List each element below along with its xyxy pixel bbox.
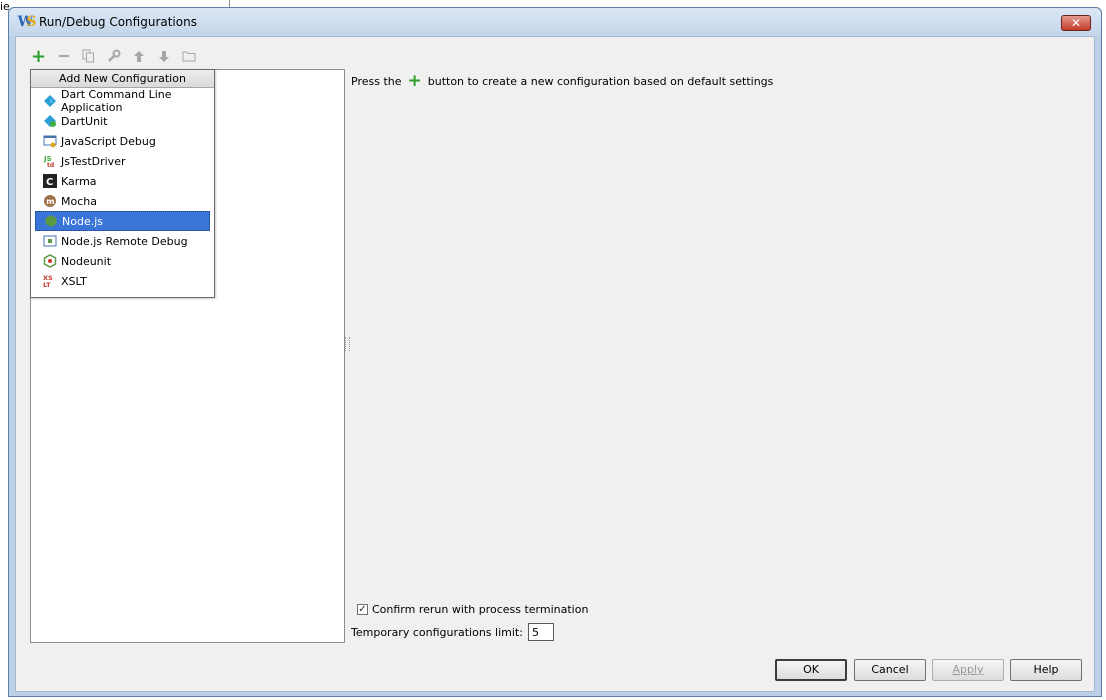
svg-text:td: td xyxy=(47,162,54,168)
list-item-label: Mocha xyxy=(61,194,97,208)
dialog-client-area: + Add New Configuration Dart Command Lin… xyxy=(15,36,1095,692)
temp-config-limit-row: Temporary configurations limit: xyxy=(351,623,554,641)
config-type-jstestdriver[interactable]: JS td JsTestDriver xyxy=(35,151,210,171)
arrow-down-icon[interactable] xyxy=(155,48,172,65)
copy-icon[interactable] xyxy=(80,48,97,65)
plus-icon: + xyxy=(407,71,422,91)
list-item-label: Nodeunit xyxy=(61,254,112,268)
list-item-label: Dart Command Line Application xyxy=(61,88,172,114)
wrench-icon[interactable] xyxy=(105,48,122,65)
close-button[interactable]: ✕ xyxy=(1061,15,1091,31)
cancel-button[interactable]: Cancel xyxy=(854,659,926,681)
config-type-nodejs-remote-debug[interactable]: Node.js Remote Debug xyxy=(35,231,210,251)
close-icon: ✕ xyxy=(1070,16,1082,30)
hint-prefix: Press the xyxy=(351,75,402,88)
dialog-title: Run/Debug Configurations xyxy=(39,15,197,29)
dartunit-icon xyxy=(43,114,57,128)
nodeunit-icon xyxy=(43,254,57,268)
config-type-nodejs[interactable]: Node.js xyxy=(35,211,210,231)
config-type-xslt[interactable]: XS LT XSLT xyxy=(35,271,210,291)
confirm-rerun-option[interactable]: ✓ Confirm rerun with process termination xyxy=(357,603,588,616)
nodejs-icon xyxy=(44,214,58,228)
title-bar[interactable]: WS Run/Debug Configurations ✕ xyxy=(9,8,1101,36)
list-item-label: XSLT xyxy=(61,274,87,288)
config-type-nodeunit[interactable]: Nodeunit xyxy=(35,251,210,271)
arrow-up-icon[interactable] xyxy=(130,48,147,65)
confirm-rerun-checkbox[interactable]: ✓ xyxy=(357,604,368,615)
config-toolbar: + xyxy=(30,46,197,67)
list-item-label: Node.js Remote Debug xyxy=(61,234,188,248)
list-item-label: JsTestDriver xyxy=(61,154,126,168)
splitter-handle[interactable] xyxy=(345,337,350,351)
minus-icon[interactable] xyxy=(55,48,72,65)
config-type-dart[interactable]: Dart Command Line Application xyxy=(35,88,210,114)
folder-icon[interactable] xyxy=(180,48,197,65)
add-new-configuration-popup: Add New Configuration Dart Command Line … xyxy=(30,69,215,298)
apply-button[interactable]: Apply xyxy=(932,659,1004,681)
popup-header: Add New Configuration xyxy=(31,70,214,88)
list-item-label: Karma xyxy=(61,174,97,188)
webstorm-app-icon: WS xyxy=(17,14,37,30)
svg-text:m: m xyxy=(46,197,54,206)
empty-state-hint: Press the + button to create a new confi… xyxy=(351,71,774,91)
list-item-label: DartUnit xyxy=(61,114,108,128)
config-type-karma[interactable]: C Karma xyxy=(35,171,210,191)
temp-limit-input[interactable] xyxy=(527,623,554,641)
nodejs-remote-debug-icon xyxy=(43,234,57,248)
run-debug-dialog: WS Run/Debug Configurations ✕ + Add New … xyxy=(8,7,1102,697)
temp-limit-label: Temporary configurations limit: xyxy=(351,625,523,639)
config-type-dartunit[interactable]: DartUnit xyxy=(35,111,210,131)
jstestdriver-icon: JS td xyxy=(43,154,57,168)
configuration-type-list: Dart Command Line Application DartUnit J… xyxy=(31,88,214,291)
plus-icon[interactable]: + xyxy=(30,46,47,67)
javascript-debug-icon xyxy=(43,134,57,148)
list-item-label: JavaScript Debug xyxy=(61,134,156,148)
config-type-mocha[interactable]: m Mocha xyxy=(35,191,210,211)
list-item-label: Node.js xyxy=(62,214,103,228)
help-button[interactable]: Help xyxy=(1010,659,1082,681)
svg-text:C: C xyxy=(46,177,53,188)
config-type-javascript-debug[interactable]: JavaScript Debug xyxy=(35,131,210,151)
ok-button[interactable]: OK xyxy=(775,659,847,681)
svg-text:LT: LT xyxy=(43,281,51,288)
xslt-icon: XS LT xyxy=(43,274,57,288)
confirm-rerun-label: Confirm rerun with process termination xyxy=(372,603,589,616)
karma-icon: C xyxy=(43,174,57,188)
dart-icon xyxy=(43,94,57,108)
mocha-icon: m xyxy=(43,194,57,208)
hint-suffix: button to create a new configuration bas… xyxy=(427,75,774,88)
